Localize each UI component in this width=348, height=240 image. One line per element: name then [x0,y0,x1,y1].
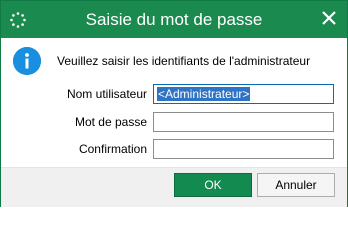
title-bar[interactable]: Saisie du mot de passe [1,1,347,38]
username-value: <Administrateur> [157,87,251,101]
message-row: Veuillez saisir les identifiants de l'ad… [13,47,339,75]
password-dialog: Saisie du mot de passe Veuillez saisir l… [0,0,348,207]
password-field[interactable] [153,112,334,132]
info-icon [13,47,41,75]
close-button[interactable] [315,6,343,34]
button-bar: OK Annuler [1,167,347,207]
confirmation-field[interactable] [153,139,334,159]
username-label: Nom utilisateur [66,87,147,101]
window-title: Saisie du mot de passe [85,10,263,29]
close-icon [321,10,337,31]
ok-button[interactable]: OK [174,173,252,197]
password-label: Mot de passe [74,115,147,129]
confirmation-label: Confirmation [78,142,147,156]
instruction-text: Veuillez saisir les identifiants de l'ad… [57,54,311,68]
cancel-button[interactable]: Annuler [257,173,335,197]
username-field[interactable]: <Administrateur> [153,84,334,104]
